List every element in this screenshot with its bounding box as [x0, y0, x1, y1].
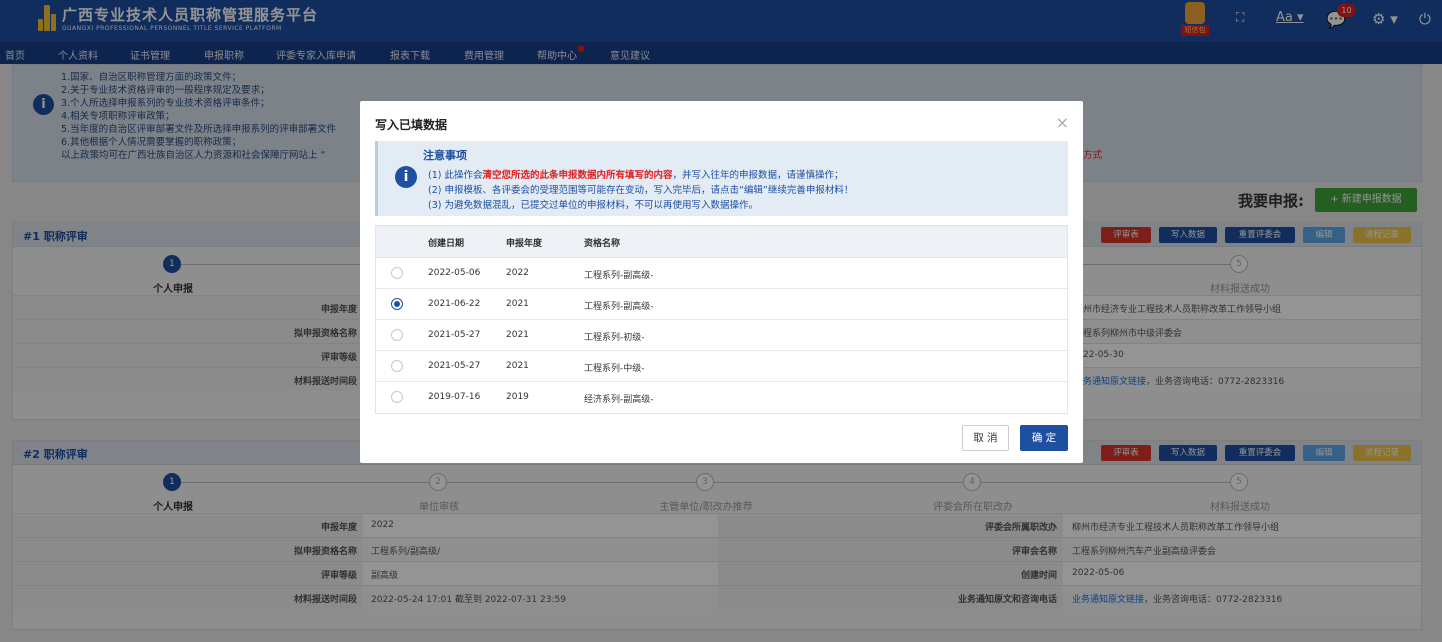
cancel-button[interactable]: 取 消 — [962, 425, 1009, 451]
modal-title: 写入已填数据 — [375, 118, 448, 132]
close-icon[interactable]: × — [1056, 113, 1069, 132]
cell-year: 2019 — [506, 392, 529, 402]
cell-date: 2022-05-06 — [428, 268, 481, 278]
row-radio[interactable] — [391, 267, 403, 279]
table-row[interactable]: 2021-05-27 2021 工程系列-初级- — [376, 320, 1067, 351]
cell-year: 2022 — [506, 268, 529, 278]
alert-line-1: (1) 此操作会清空您所选的此条申报数据内所有填写的内容，并写入往年的申报数据，… — [428, 170, 844, 181]
confirm-button[interactable]: 确 定 — [1020, 425, 1068, 451]
table-header: 创建日期 申报年度 资格名称 — [376, 226, 1067, 258]
cell-name: 工程系列-副高级- — [584, 271, 654, 281]
cell-name: 工程系列-副高级- — [584, 302, 654, 312]
cell-date: 2019-07-16 — [428, 392, 481, 402]
info-icon: i — [395, 166, 417, 188]
cell-date: 2021-06-22 — [428, 299, 481, 309]
cell-date: 2021-05-27 — [428, 330, 481, 340]
cell-date: 2021-05-27 — [428, 361, 481, 371]
row-radio[interactable] — [391, 360, 403, 372]
cell-name: 工程系列-初级- — [584, 333, 645, 343]
table-row[interactable]: 2021-06-22 2021 工程系列-副高级- — [376, 289, 1067, 320]
table-row[interactable]: 2022-05-06 2022 工程系列-副高级- — [376, 258, 1067, 289]
col-year: 申报年度 — [506, 239, 543, 249]
table-row[interactable]: 2021-05-27 2021 工程系列-中级- — [376, 351, 1067, 382]
history-table: 创建日期 申报年度 资格名称 2022-05-06 2022 工程系列-副高级- 2… — [375, 225, 1068, 414]
write-data-modal: 写入已填数据 × i 注意事项 (1) 此操作会清空您所选的此条申报数据内所有填… — [360, 101, 1083, 463]
alert-line-3: (3) 为避免数据混乱，已提交过单位的申报材料，不可以再使用写入数据操作。 — [428, 200, 758, 211]
col-qualification: 资格名称 — [584, 239, 621, 249]
row-radio[interactable] — [391, 329, 403, 341]
alert-line-2: (2) 申报模板、各评委会的受理范围等可能存在变动，写入完毕后，请点击“编辑”继… — [428, 185, 854, 196]
alert-title: 注意事项 — [423, 149, 467, 162]
col-created-date: 创建日期 — [428, 239, 465, 249]
cell-year: 2021 — [506, 361, 529, 371]
row-radio-selected[interactable] — [391, 298, 403, 310]
cell-name: 工程系列-中级- — [584, 364, 645, 374]
table-row[interactable]: 2019-07-16 2019 经济系列-副高级- — [376, 382, 1067, 413]
cell-year: 2021 — [506, 299, 529, 309]
cell-year: 2021 — [506, 330, 529, 340]
notice-alert: i 注意事项 (1) 此操作会清空您所选的此条申报数据内所有填写的内容，并写入往… — [375, 141, 1068, 216]
row-radio[interactable] — [391, 391, 403, 403]
cell-name: 经济系列-副高级- — [584, 395, 654, 405]
